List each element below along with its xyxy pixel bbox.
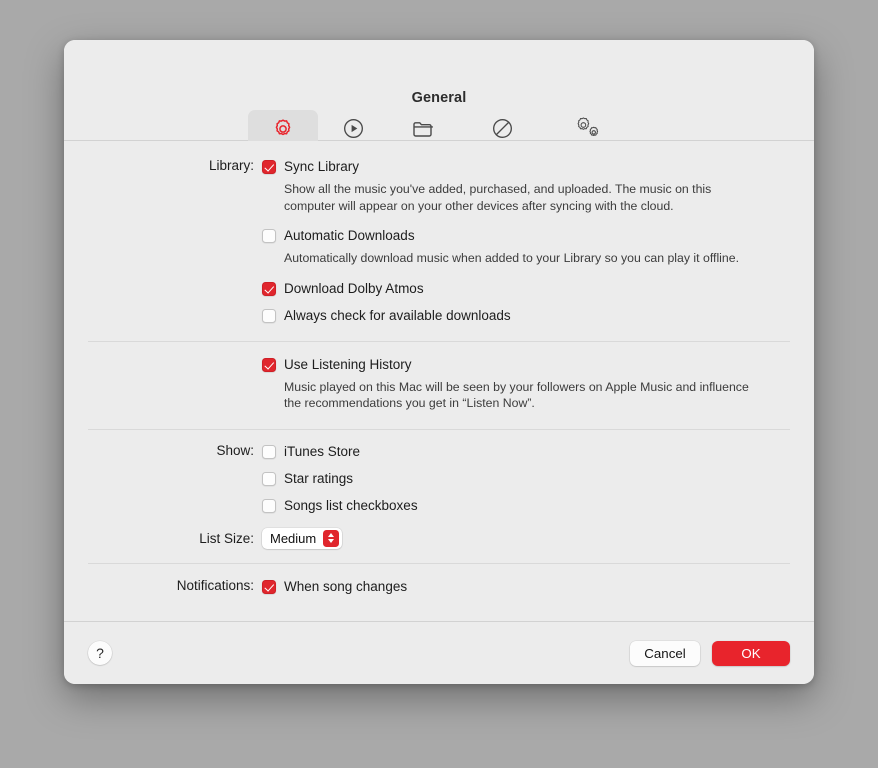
songs-list-checkboxes-checkbox[interactable] [262, 498, 276, 513]
no-entry-icon [491, 115, 514, 142]
itunes-store-label: iTunes Store [284, 443, 361, 459]
play-circle-icon [342, 115, 365, 142]
notifications-label: Notifications: [176, 577, 254, 593]
automatic-downloads-checkbox[interactable] [262, 229, 276, 243]
library-row: Library: Sync Library Show all the music… [64, 158, 814, 325]
use-listening-history-help: Music played on this Mac will be seen by… [284, 379, 749, 411]
ok-button[interactable]: OK [712, 640, 790, 666]
gear-icon [271, 115, 295, 142]
sync-library-help: Show all the music you've added, purchas… [284, 182, 712, 213]
question-mark-icon: ? [96, 645, 104, 661]
help-button[interactable]: ? [88, 641, 112, 665]
sync-library-label: Sync Library [284, 159, 360, 174]
listening-history-row: Use Listening History Music played on th… [64, 356, 814, 412]
library-controls: Sync Library Show all the music you've a… [262, 158, 814, 325]
list-size-row: List Size: Medium [64, 527, 814, 549]
automatic-downloads-help: Automatically download music when added … [284, 251, 740, 265]
when-song-changes-checkbox-row[interactable]: When song changes [262, 578, 790, 596]
chevron-up-icon [328, 533, 335, 537]
divider-library [88, 340, 790, 342]
updown-chevron-icon [323, 529, 340, 547]
itunes-store-checkbox[interactable] [262, 444, 276, 459]
always-check-downloads-label: Always check for available downloads [284, 307, 511, 323]
list-size-controls: Medium [262, 527, 814, 549]
page-title: General [411, 90, 467, 106]
library-label: Library: [208, 158, 254, 173]
list-size-popup-button[interactable]: Medium [262, 527, 343, 549]
star-ratings-checkbox[interactable] [262, 471, 276, 486]
always-check-downloads-checkbox-row[interactable]: Always check for available downloads [262, 307, 790, 325]
show-label: Show: [216, 442, 254, 458]
cancel-button[interactable]: Cancel [630, 640, 700, 666]
notifications-controls: When song changes [262, 578, 814, 596]
footer-bar: ? Cancel OK [64, 622, 814, 684]
double-gear-icon [575, 115, 601, 142]
when-song-changes-checkbox[interactable] [262, 579, 276, 594]
always-check-downloads-checkbox[interactable] [262, 308, 276, 323]
download-dolby-atmos-label: Download Dolby Atmos [284, 280, 424, 296]
chevron-down-icon [328, 539, 335, 543]
titlebar: General General Playbac [64, 40, 814, 161]
use-listening-history-label: Use Listening History [284, 356, 412, 372]
when-song-changes-label: When song changes [284, 578, 408, 594]
use-listening-history-checkbox-row[interactable]: Use Listening History [262, 356, 790, 374]
songs-list-checkboxes-row[interactable]: Songs list checkboxes [262, 497, 790, 515]
listening-history-controls: Use Listening History Music played on th… [262, 356, 814, 412]
preferences-window: General General Playbac [64, 40, 814, 684]
list-size-value: Medium [270, 530, 317, 546]
folder-icon [411, 115, 435, 142]
show-controls: iTunes Store Star ratings Songs list che… [262, 443, 814, 515]
automatic-downloads-label: Automatic Downloads [284, 228, 415, 243]
divider-list-size [88, 562, 790, 564]
download-dolby-atmos-checkbox-row[interactable]: Download Dolby Atmos [262, 280, 790, 298]
preferences-content: Library: Sync Library Show all the music… [64, 141, 814, 621]
itunes-store-checkbox-row[interactable]: iTunes Store [262, 443, 790, 461]
sync-library-checkbox-row[interactable]: Sync Library [262, 158, 790, 176]
star-ratings-label: Star ratings [284, 470, 354, 486]
automatic-downloads-checkbox-row[interactable]: Automatic Downloads [262, 227, 790, 245]
use-listening-history-checkbox[interactable] [262, 357, 276, 372]
sync-library-checkbox[interactable] [262, 160, 276, 174]
songs-list-checkboxes-label: Songs list checkboxes [284, 497, 418, 513]
download-dolby-atmos-checkbox[interactable] [262, 281, 276, 296]
list-size-label: List Size: [199, 530, 254, 546]
notifications-row: Notifications: When song changes [64, 578, 814, 596]
divider-listening-history [88, 428, 790, 430]
star-ratings-checkbox-row[interactable]: Star ratings [262, 470, 790, 488]
show-row: Show: iTunes Store Star ratings Songs li… [64, 443, 814, 515]
